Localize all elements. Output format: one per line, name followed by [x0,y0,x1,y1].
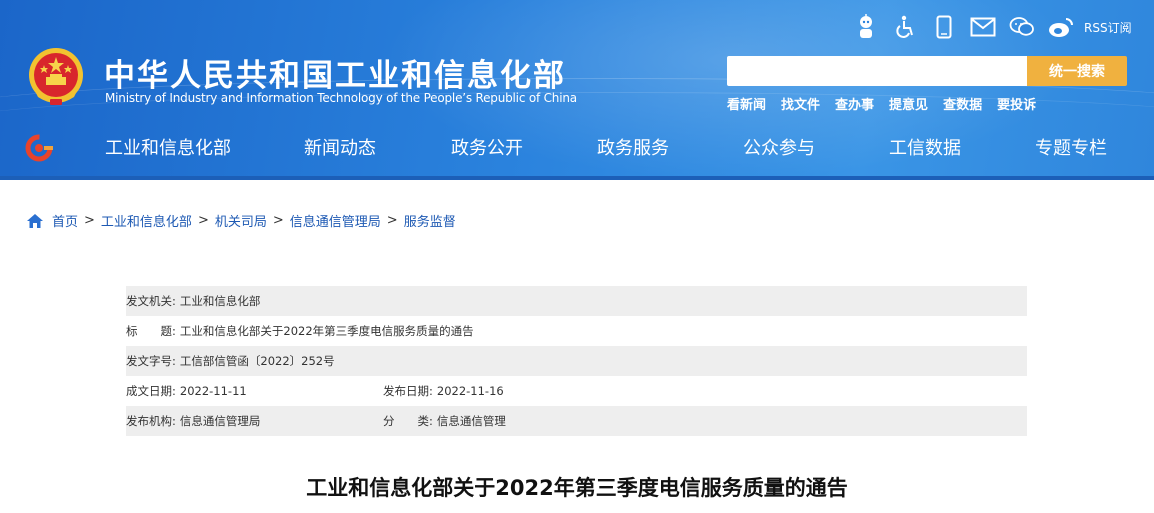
mail-icon[interactable] [969,13,997,41]
quick-link-feedback[interactable]: 提意见 [889,94,928,113]
nav-item-public-participation[interactable]: 公众参与 [743,134,815,160]
meta-label: 成文日期: [126,384,176,398]
nav-item-special-topics[interactable]: 专题专栏 [1035,134,1107,160]
header-bottom-line [0,176,1154,180]
meta-label: 标 题: [126,324,176,338]
article-title: 工业和信息化部关于2022年第三季度电信服务质量的通告 [306,476,848,500]
home-icon [27,213,43,228]
header-toolbar: RSS订阅 [852,12,1132,42]
nav-item-government-affairs[interactable]: 政务公开 [451,134,523,160]
breadcrumb-separator: > [272,213,284,228]
meta-row-org: 发布机构: 信息通信管理局 分 类: 信息通信管理 [126,406,1027,436]
main-nav: 工业和信息化部 新闻动态 政务公开 政务服务 公众参与 工信数据 专题专栏 [0,128,1154,168]
meta-value: 工业和信息化部 [179,294,261,308]
meta-row-doc-number: 发文字号: 工信部信管函〔2022〕252号 [126,346,1027,376]
site-title: 中华人民共和国工业和信息化部 [104,58,566,94]
rss-subscribe-link[interactable]: RSS订阅 [1084,19,1132,36]
meta-value: 工信部信管函〔2022〕252号 [179,354,335,368]
breadcrumb-miit[interactable]: 工业和信息化部 [101,211,192,230]
nav-item-data[interactable]: 工信数据 [889,134,961,160]
meta-value: 信息通信管理局 [179,414,261,428]
breadcrumb-separator: > [386,213,398,228]
quick-link-documents[interactable]: 找文件 [781,94,820,113]
meta-label: 发文机关: [126,294,176,308]
meta-row-title: 标 题: 工业和信息化部关于2022年第三季度电信服务质量的通告 [126,316,1027,346]
quick-link-news[interactable]: 看新闻 [727,94,766,113]
site-header: 中华人民共和国工业和信息化部 Ministry of Industry and … [0,0,1154,180]
quick-links: 看新闻 找文件 查办事 提意见 查数据 要投诉 [727,94,1051,113]
breadcrumb-home[interactable]: 首页 [52,211,78,230]
robot-assistant-icon[interactable] [852,13,880,41]
nav-item-news[interactable]: 新闻动态 [304,134,376,160]
breadcrumb-departments[interactable]: 机关司局 [215,211,267,230]
meta-label: 分 类: [383,414,433,428]
breadcrumb-telecom-bureau[interactable]: 信息通信管理局 [290,211,381,230]
meta-row-issuer: 发文机关: 工业和信息化部 [126,286,1027,316]
search-input[interactable] [727,56,1027,86]
wechat-icon[interactable] [1008,13,1036,41]
meta-label: 发布机构: [126,414,176,428]
quick-link-complaint[interactable]: 要投诉 [997,94,1036,113]
quick-link-data[interactable]: 查数据 [943,94,982,113]
meta-row-dates: 成文日期: 2022-11-11 发布日期: 2022-11-16 [126,376,1027,406]
document-metadata: 发文机关: 工业和信息化部 标 题: 工业和信息化部关于2022年第三季度电信服… [126,286,1027,436]
site-subtitle: Ministry of Industry and Information Tec… [105,91,577,105]
breadcrumb-separator: > [197,213,209,228]
quick-link-services[interactable]: 查办事 [835,94,874,113]
breadcrumb-service-supervision[interactable]: 服务监督 [404,211,456,230]
meta-value: 信息通信管理 [436,414,506,428]
meta-value: 2022-11-16 [436,384,504,398]
meta-value: 2022-11-11 [179,384,247,398]
nav-item-miit[interactable]: 工业和信息化部 [105,134,231,160]
accessibility-icon[interactable] [891,13,919,41]
meta-value: 工业和信息化部关于2022年第三季度电信服务质量的通告 [179,324,474,338]
meta-label: 发文字号: [126,354,176,368]
search-button[interactable]: 统一搜索 [1027,56,1127,86]
national-emblem-icon[interactable] [24,45,88,109]
weibo-icon[interactable] [1047,13,1075,41]
meta-label: 发布日期: [383,384,433,398]
nav-item-government-services[interactable]: 政务服务 [597,134,669,160]
breadcrumb-separator: > [84,213,95,228]
breadcrumb: 首页 > 工业和信息化部 > 机关司局 > 信息通信管理局 > 服务监督 [26,211,456,230]
mobile-icon[interactable] [930,13,958,41]
